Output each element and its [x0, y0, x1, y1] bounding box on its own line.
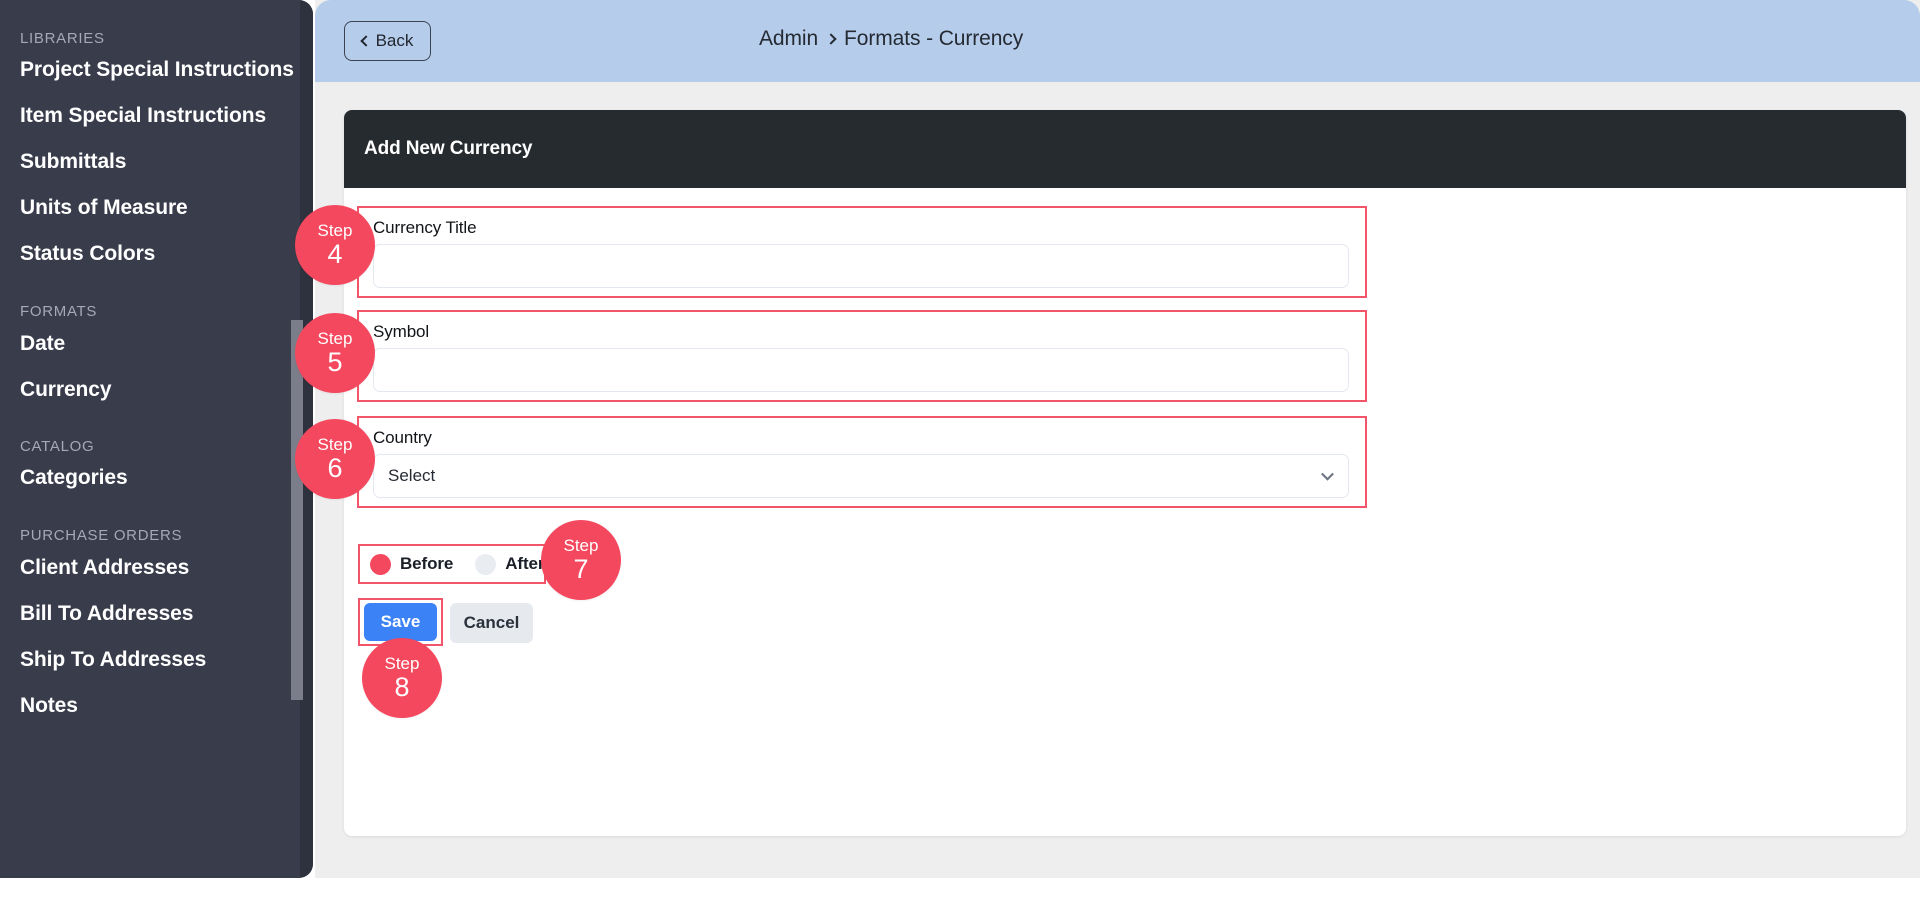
step-7-number: 7: [573, 554, 589, 584]
symbol-input[interactable]: [373, 348, 1349, 392]
save-button[interactable]: Save: [364, 603, 437, 641]
radio-before[interactable]: [370, 553, 391, 575]
card-title: Add New Currency: [364, 138, 533, 159]
card-header: Add New Currency: [344, 110, 1906, 188]
sidebar-section-catalog: CATALOG: [20, 438, 95, 455]
step-4-number: 4: [327, 239, 343, 269]
symbol-label: Symbol: [373, 322, 430, 341]
radio-before-label: Before: [400, 554, 454, 573]
step-badge-6: Step 6: [295, 419, 375, 499]
step-4-word: Step: [317, 221, 353, 240]
sidebar-item-item-special-instructions[interactable]: Item Special Instructions: [0, 104, 290, 128]
sidebar-item-categories[interactable]: Categories: [0, 466, 290, 490]
step-badge-7: Step 7: [541, 520, 621, 600]
breadcrumb-root[interactable]: Admin: [759, 27, 818, 51]
chevron-down-icon: [1321, 467, 1334, 481]
sidebar-item-project-special-instructions[interactable]: Project Special Instructions: [0, 58, 294, 82]
main-content: Back Admin Formats - Currency Add New Cu…: [315, 0, 1920, 878]
step-8-word: Step: [384, 654, 420, 673]
step-badge-5: Step 5: [295, 313, 375, 393]
app-root: LIBRARIES Project Special Instructions I…: [0, 0, 1920, 923]
sidebar-section-purchase-orders: PURCHASE ORDERS: [20, 527, 183, 544]
symbol-field-highlight: Symbol: [357, 310, 1367, 402]
currency-title-label: Currency Title: [373, 218, 477, 237]
step-5-number: 5: [327, 347, 343, 377]
back-button-label: Back: [375, 31, 414, 50]
back-button[interactable]: Back: [344, 21, 431, 61]
sidebar-item-currency[interactable]: Currency: [0, 378, 290, 402]
country-label: Country: [373, 428, 432, 447]
step-badge-4: Step 4: [295, 205, 375, 285]
country-select[interactable]: Select: [373, 454, 1349, 498]
chevron-left-icon: [359, 35, 372, 47]
breadcrumb-current: Formats - Currency: [844, 27, 1024, 50]
sidebar: LIBRARIES Project Special Instructions I…: [0, 0, 313, 878]
sidebar-item-status-colors[interactable]: Status Colors: [0, 242, 290, 266]
sidebar-scrollbar-thumb[interactable]: [291, 320, 303, 700]
breadcrumb: Admin Formats - Currency: [759, 27, 1023, 51]
radio-after[interactable]: [475, 553, 497, 575]
symbol-position-radio-group: Before After: [358, 544, 546, 584]
sidebar-section-libraries: LIBRARIES: [20, 30, 105, 47]
step-6-word: Step: [317, 435, 353, 454]
sidebar-section-formats: FORMATS: [20, 303, 98, 320]
sidebar-item-date[interactable]: Date: [0, 332, 290, 356]
sidebar-item-client-addresses[interactable]: Client Addresses: [0, 556, 290, 580]
sidebar-item-notes[interactable]: Notes: [0, 694, 290, 718]
cancel-button[interactable]: Cancel: [450, 603, 533, 643]
sidebar-item-submittals[interactable]: Submittals: [0, 150, 290, 174]
radio-after-label: After: [505, 554, 545, 573]
step-5-word: Step: [317, 329, 353, 348]
page-topbar: Back Admin Formats - Currency: [315, 0, 1920, 82]
step-8-number: 8: [394, 672, 410, 702]
sidebar-item-ship-to-addresses[interactable]: Ship To Addresses: [0, 648, 290, 672]
chevron-right-icon: [825, 33, 837, 45]
country-field-highlight: Country Select: [357, 416, 1367, 508]
step-6-number: 6: [327, 453, 343, 483]
sidebar-nav-list: LIBRARIES Project Special Instructions I…: [0, 0, 300, 878]
sidebar-item-bill-to-addresses[interactable]: Bill To Addresses: [0, 602, 290, 626]
country-select-value: Select: [388, 466, 436, 485]
currency-title-input[interactable]: [373, 244, 1349, 288]
step-badge-8: Step 8: [362, 638, 442, 718]
step-7-word: Step: [563, 536, 599, 555]
currency-title-field-highlight: Currency Title: [357, 206, 1367, 298]
sidebar-item-units-of-measure[interactable]: Units of Measure: [0, 196, 290, 220]
add-currency-card: Add New Currency Currency Title Symbol C…: [344, 110, 1906, 836]
